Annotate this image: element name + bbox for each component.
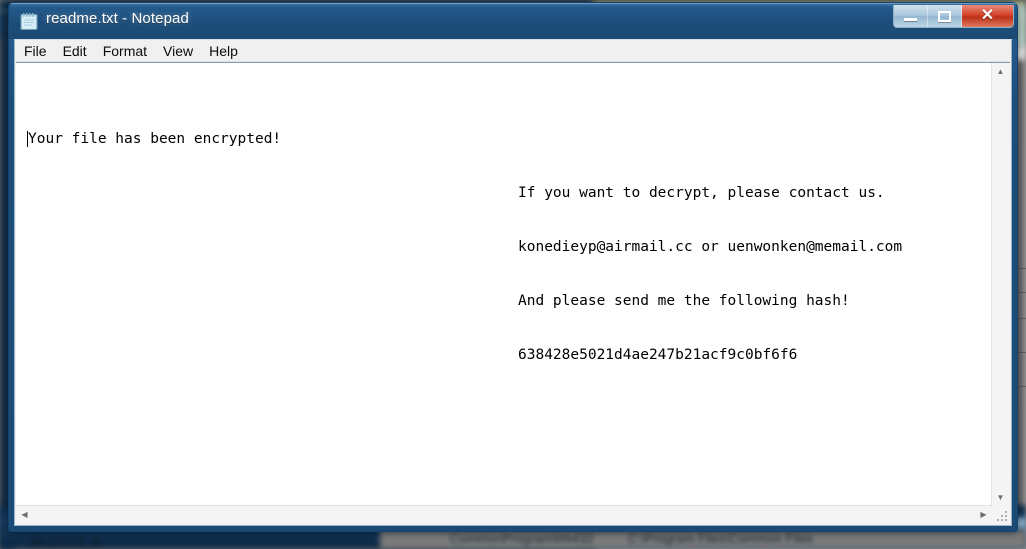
notepad-window: readme.txt - Notepad ✕ File Edit Format … <box>8 2 1018 532</box>
close-icon: ✕ <box>980 7 995 24</box>
ransom-note-emails: konedieyp@airmail.cc or uenwonken@memail… <box>518 239 903 255</box>
background-blurred-label: C:\Program Files\Common Files <box>628 531 813 546</box>
menu-item-file[interactable]: File <box>24 43 56 59</box>
text-editor[interactable]: Your file has been encrypted! If you wan… <box>16 63 992 506</box>
resize-grip[interactable] <box>992 506 1010 524</box>
menu-item-view[interactable]: View <box>163 43 202 59</box>
notepad-icon <box>20 12 39 31</box>
minimize-icon <box>904 17 917 21</box>
ransom-note-hash: 638428e5021d4ae247b21acf9c0bf6f6 <box>518 347 798 363</box>
ransom-note-block: If you want to decrypt, please contact u… <box>518 148 902 400</box>
window-controls: ✕ <box>893 5 1014 28</box>
maximize-button[interactable] <box>928 5 962 27</box>
scroll-right-icon[interactable]: ▶ <box>975 506 992 523</box>
editor-wrapper: Your file has been encrypted! If you wan… <box>16 62 1010 524</box>
minimize-button[interactable] <box>894 5 928 27</box>
scroll-up-icon[interactable]: ▲ <box>992 63 1009 80</box>
horizontal-scrollbar[interactable]: ◀ ▶ <box>16 505 992 524</box>
ransom-note-line: If you want to decrypt, please contact u… <box>518 185 885 201</box>
scroll-down-icon[interactable]: ▼ <box>992 489 1009 506</box>
notepad-client-area: File Edit Format View Help Your file has… <box>14 39 1012 526</box>
window-title: readme.txt - Notepad <box>46 10 189 27</box>
menu-item-format[interactable]: Format <box>103 43 156 59</box>
background-blurred-label: CommonProgramW6432 <box>450 531 594 546</box>
vertical-scrollbar[interactable]: ▲ ▼ <box>991 63 1010 506</box>
scroll-left-icon[interactable]: ◀ <box>16 506 33 523</box>
close-button[interactable]: ✕ <box>962 5 1013 27</box>
ransom-note-line: And please send me the following hash! <box>518 293 850 309</box>
menu-item-help[interactable]: Help <box>209 43 247 59</box>
maximize-icon <box>938 10 951 22</box>
background-blurred-label: dk-13.0.1_w <box>30 534 101 549</box>
window-titlebar[interactable]: readme.txt - Notepad ✕ <box>9 3 1017 39</box>
document-first-line: Your file has been encrypted! <box>28 131 282 147</box>
menu-item-edit[interactable]: Edit <box>63 43 96 59</box>
menubar: File Edit Format View Help <box>15 40 1011 62</box>
